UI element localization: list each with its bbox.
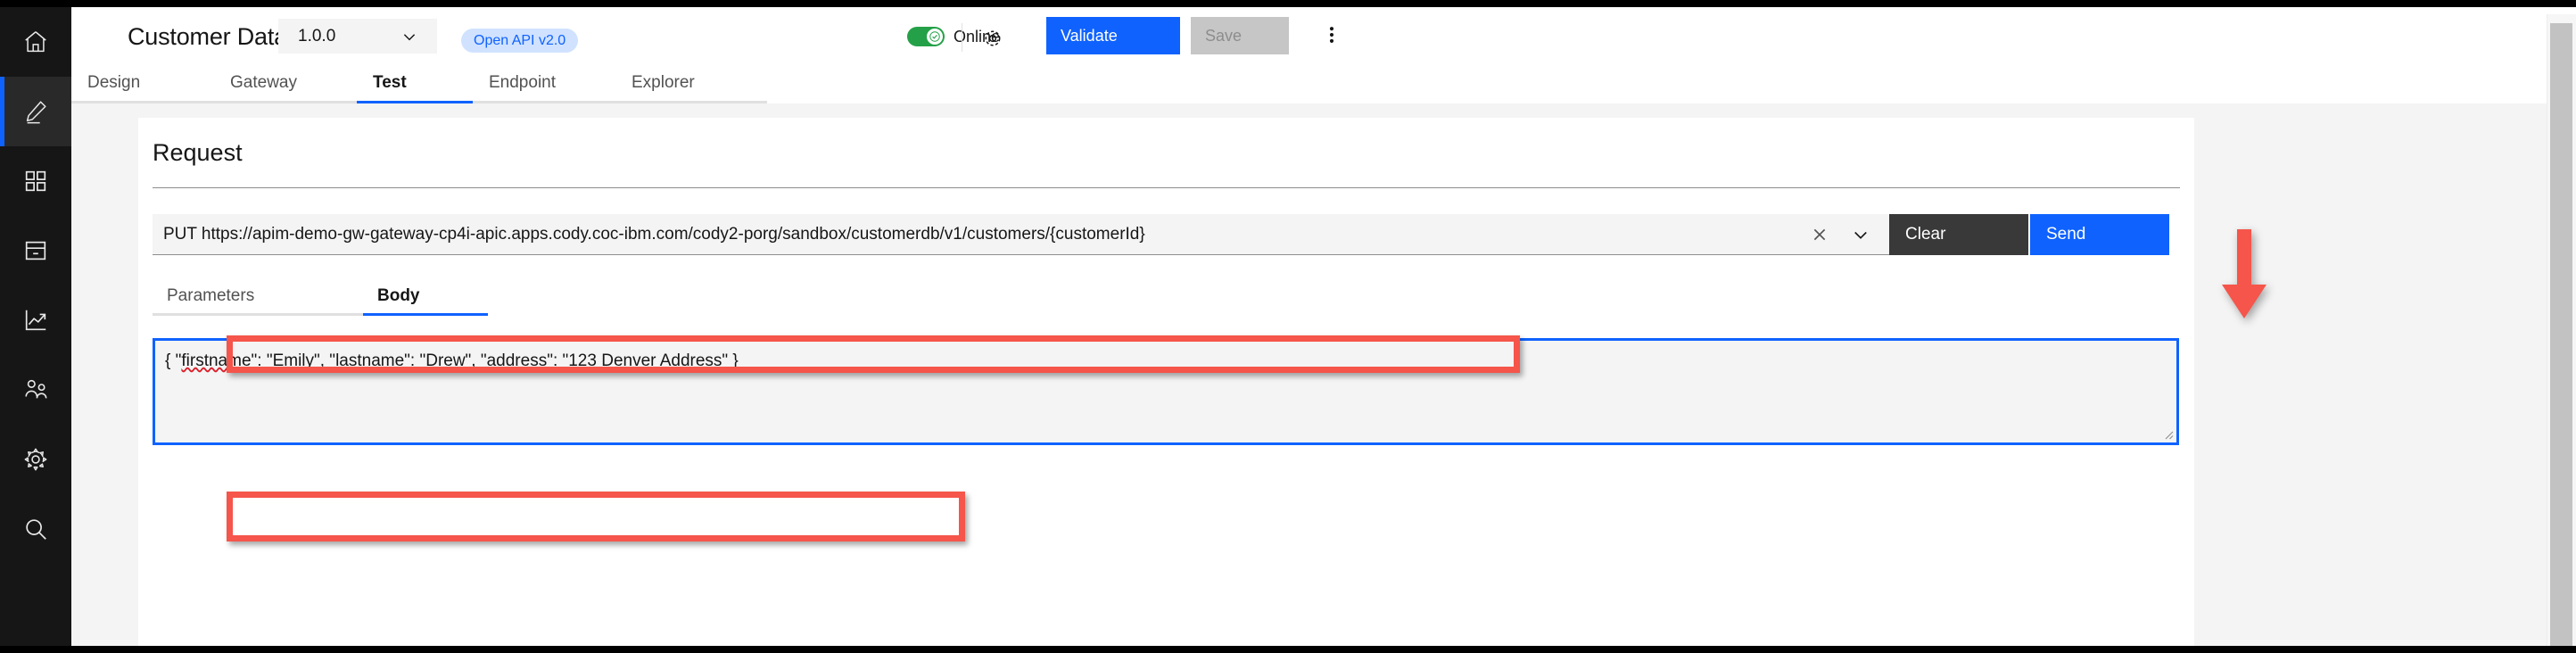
- resize-handle-icon[interactable]: [2161, 427, 2174, 440]
- sidebar-item-members[interactable]: [0, 355, 71, 425]
- users-icon: [22, 376, 49, 403]
- gear-icon: [22, 446, 49, 473]
- tab-explorer[interactable]: Explorer: [615, 64, 767, 103]
- request-url-field[interactable]: PUT https://apim-demo-gw-gateway-cp4i-ap…: [153, 214, 1889, 255]
- tab-list: Design Gateway Test Endpoint Explorer: [71, 64, 767, 103]
- version-dropdown[interactable]: 1.0.0: [278, 19, 437, 54]
- tab-design[interactable]: Design: [71, 64, 214, 103]
- request-url-value: PUT https://apim-demo-gw-gateway-cp4i-ap…: [163, 225, 1145, 244]
- save-button[interactable]: Save: [1191, 17, 1289, 54]
- version-value: 1.0.0: [298, 26, 336, 45]
- send-button[interactable]: Send: [2030, 214, 2169, 255]
- browser-viewport: Customer Database 1.0.0 Open API v2.0 On…: [0, 7, 2576, 646]
- page-frame: Customer Database 1.0.0 Open API v2.0 On…: [0, 0, 2576, 653]
- sidebar-item-search[interactable]: [0, 494, 71, 564]
- chevron-down-icon: [401, 29, 417, 45]
- sidebar-item-analytics[interactable]: [0, 285, 71, 355]
- body-text-misspelled-lastname: lastname: [335, 351, 405, 370]
- app-header: Customer Database 1.0.0 Open API v2.0 On…: [71, 7, 2576, 64]
- gear-icon: [981, 30, 1004, 54]
- grid-icon: [22, 168, 49, 194]
- chart-line-icon: [22, 307, 49, 334]
- scrollbar-thumb[interactable]: [2550, 23, 2572, 646]
- close-icon[interactable]: [1811, 226, 1829, 244]
- primary-tab-bar: Design Gateway Test Endpoint Explorer: [71, 64, 2576, 103]
- tab-test[interactable]: Test: [357, 64, 473, 103]
- validate-button[interactable]: Validate: [1046, 17, 1180, 54]
- sidebar-item-home[interactable]: [0, 7, 71, 77]
- heading-divider: [153, 187, 2180, 188]
- request-card: Request PUT https://apim-demo-gw-gateway…: [138, 118, 2194, 646]
- url-row: PUT https://apim-demo-gw-gateway-cp4i-ap…: [153, 214, 2180, 255]
- drawer-icon: [22, 237, 49, 264]
- body-text-misspelled-firstname: firstname: [181, 351, 252, 370]
- chevron-down-icon[interactable]: [1852, 226, 1870, 244]
- subtab-list: Parameters Body: [153, 278, 2180, 316]
- subtab-body[interactable]: Body: [363, 278, 488, 316]
- tab-endpoint[interactable]: Endpoint: [473, 64, 615, 103]
- request-heading: Request: [153, 139, 243, 166]
- body-text-part: ": "Drew", "address": "123 Denver Addres…: [404, 351, 739, 370]
- check-icon: [929, 31, 940, 42]
- kebab-menu-icon: [1322, 25, 1342, 49]
- request-body-textarea[interactable]: { "firstname": "Emily", "lastname": "Dre…: [153, 338, 2179, 445]
- subtab-parameters[interactable]: Parameters: [153, 278, 363, 316]
- vertical-scrollbar[interactable]: [2547, 14, 2576, 646]
- home-icon: [22, 29, 49, 55]
- tab-gateway[interactable]: Gateway: [214, 64, 357, 103]
- sidebar-item-apps[interactable]: [0, 146, 71, 216]
- sidebar-item-design[interactable]: [0, 77, 71, 146]
- request-subtab-bar: Parameters Body: [153, 278, 2180, 316]
- body-text-part: ": "Emily", ": [251, 351, 336, 370]
- sidebar-item-catalog[interactable]: [0, 216, 71, 285]
- overflow-menu-button[interactable]: [1320, 25, 1343, 48]
- status-badge-api-version: Open API v2.0: [461, 29, 579, 53]
- body-text-part: { ": [165, 351, 182, 370]
- sidebar-item-settings[interactable]: [0, 425, 71, 494]
- pencil-icon: [22, 98, 49, 125]
- left-nav-rail: [0, 7, 71, 646]
- toggle-knob: [927, 29, 943, 45]
- content-region: Request PUT https://apim-demo-gw-gateway…: [71, 103, 2576, 646]
- settings-gear-button[interactable]: [981, 27, 1004, 50]
- request-body-value: { "firstname": "Emily", "lastname": "Dre…: [165, 351, 739, 371]
- search-icon: [22, 516, 49, 542]
- main-area: Customer Database 1.0.0 Open API v2.0 On…: [71, 7, 2576, 646]
- clear-button[interactable]: Clear: [1889, 214, 2028, 255]
- online-toggle[interactable]: [907, 27, 945, 46]
